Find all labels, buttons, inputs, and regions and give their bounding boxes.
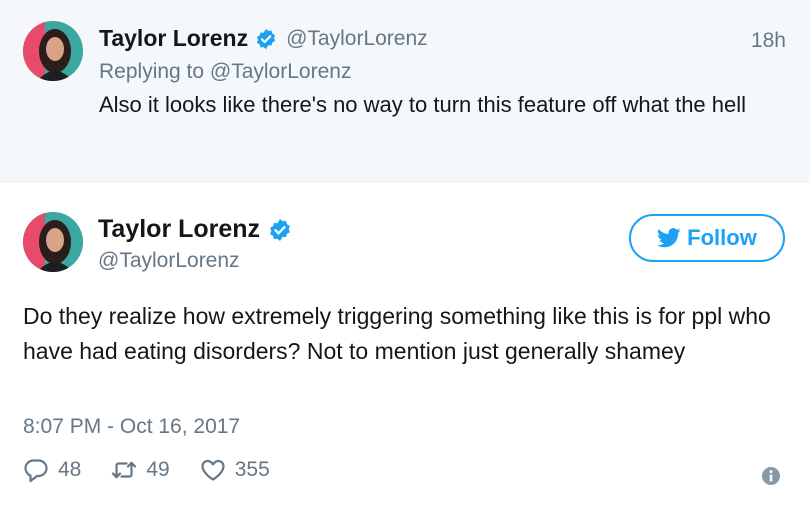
avatar[interactable] <box>23 212 83 272</box>
reply-count: 48 <box>58 458 82 481</box>
info-icon[interactable] <box>761 466 781 486</box>
author-name[interactable]: Taylor Lorenz <box>98 215 260 244</box>
reply-bubble-icon <box>24 459 48 483</box>
retweet-count: 49 <box>146 458 170 481</box>
tweet-time[interactable]: 18h <box>751 29 786 53</box>
twitter-bird-icon <box>657 228 681 248</box>
reply-tweet-text: Also it looks like there's no way to tur… <box>99 92 747 117</box>
follow-label: Follow <box>687 225 757 250</box>
verified-badge-icon <box>270 218 290 241</box>
author-name[interactable]: Taylor Lorenz <box>99 25 248 52</box>
like-button[interactable]: 355 <box>200 457 270 483</box>
author-handle[interactable]: @TaylorLorenz <box>98 249 240 273</box>
tweet-actions: 48 49 355 <box>23 457 300 483</box>
verified-badge-icon <box>257 28 276 49</box>
tweet-timestamp[interactable]: 8:07 PM - Oct 16, 2017 <box>23 415 240 439</box>
heart-icon <box>201 459 225 481</box>
retweet-button[interactable]: 49 <box>111 457 170 483</box>
main-author-row: Taylor Lorenz <box>98 215 292 244</box>
reply-tweet[interactable]: Taylor Lorenz @TaylorLorenz 18h Replying… <box>0 0 810 182</box>
avatar[interactable] <box>23 21 83 81</box>
author-handle[interactable]: @TaylorLorenz <box>286 27 428 51</box>
follow-button[interactable]: Follow <box>629 214 785 262</box>
like-count: 355 <box>234 458 270 481</box>
replying-to[interactable]: Replying to @TaylorLorenz <box>99 60 351 84</box>
reply-button[interactable]: 48 <box>23 457 81 483</box>
reply-author-row: Taylor Lorenz @TaylorLorenz <box>99 25 428 52</box>
main-tweet-text: Do they realize how extremely triggering… <box>23 303 771 364</box>
retweet-icon <box>112 461 137 479</box>
